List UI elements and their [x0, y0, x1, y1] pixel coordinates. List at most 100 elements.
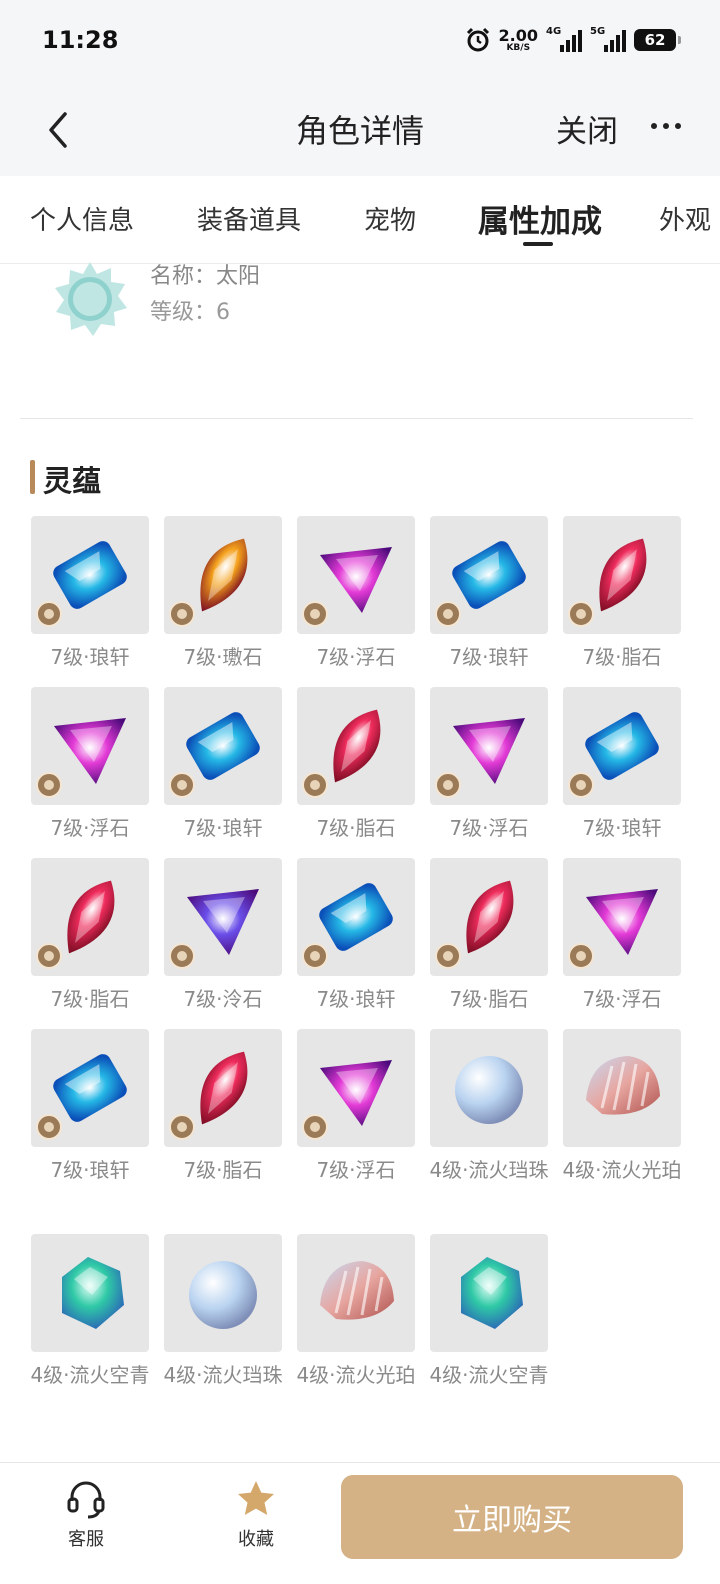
active-tab-indicator [523, 242, 553, 246]
tab-attribute-bonus[interactable]: 属性加成 [478, 196, 602, 241]
gem-label: 7级·脂石 [183, 1158, 263, 1182]
back-button[interactable] [30, 102, 86, 158]
gem-label: 7级·浮石 [449, 816, 529, 840]
customer-service-button[interactable]: 客服 [36, 1477, 136, 1551]
gem-tile[interactable] [563, 687, 681, 805]
gem-shell-icon [586, 1056, 660, 1115]
gem-label: 7级·泠石 [183, 987, 263, 1011]
gem-tile[interactable] [430, 1234, 548, 1352]
gem-tile[interactable] [31, 687, 149, 805]
gem-label: 7级·璷石 [183, 645, 263, 669]
gem-tile[interactable] [297, 1234, 415, 1352]
gem-badge-icon [568, 772, 594, 798]
gem-pearl-icon [189, 1261, 257, 1329]
gem-tile[interactable] [164, 1029, 282, 1147]
tab-personal-info[interactable]: 个人信息 [30, 200, 134, 237]
tab-equipment[interactable]: 装备道具 [197, 200, 301, 237]
headset-icon [67, 1481, 105, 1519]
item-card: 名称：太阳 等级：6 [40, 262, 680, 354]
gem-label: 4级·流火光珀 [296, 1363, 416, 1387]
gem-tile[interactable] [563, 858, 681, 976]
gem-pearl-icon [455, 1056, 523, 1124]
tab-pets[interactable]: 宠物 [364, 200, 416, 237]
gem-label: 4级·流火珰珠 [429, 1158, 549, 1182]
gem-tile[interactable] [164, 858, 282, 976]
more-dots-icon [651, 123, 657, 129]
close-button[interactable]: 关闭 [556, 106, 618, 151]
gem-tile[interactable] [31, 516, 149, 634]
customer-service-label: 客服 [68, 1529, 104, 1550]
gem-label: 7级·脂石 [582, 645, 662, 669]
gem-badge-icon [36, 772, 62, 798]
nav-bar: 角色详情 关闭 [0, 84, 720, 176]
gem-badge-icon [302, 943, 328, 969]
gem-tile[interactable] [430, 858, 548, 976]
gem-badge-icon [36, 1114, 62, 1140]
alarm-clock-icon [466, 27, 489, 52]
gem-badge-icon [36, 601, 62, 627]
gem-label: 4级·流火空青 [429, 1363, 549, 1387]
gem-badge-icon [169, 601, 195, 627]
sun-icon [55, 262, 127, 336]
gem-label: 7级·浮石 [50, 816, 130, 840]
gem-label: 7级·琅轩 [316, 987, 396, 1011]
gem-tile[interactable] [430, 687, 548, 805]
gem-label: 7级·琅轩 [183, 816, 263, 840]
gem-tile[interactable] [31, 1029, 149, 1147]
gem-badge-icon [568, 943, 594, 969]
gem-label: 7级·脂石 [50, 987, 130, 1011]
gem-badge-icon [302, 772, 328, 798]
tab-appearance[interactable]: 外观 [659, 200, 711, 237]
section-divider [20, 418, 693, 419]
gem-label: 7级·琅轩 [449, 645, 529, 669]
gem-crystal-icon [62, 1257, 124, 1329]
gem-badge-icon [568, 601, 594, 627]
gem-badge-icon [435, 601, 461, 627]
gem-badge-icon [435, 772, 461, 798]
gem-label: 7级·琅轩 [50, 1158, 130, 1182]
item-name: 名称：太阳 [150, 264, 261, 289]
gem-tile[interactable] [164, 687, 282, 805]
favorite-label: 收藏 [238, 1529, 274, 1550]
gem-tile[interactable] [430, 516, 548, 634]
status-bar: 11:28 2.00 KB/S 4G 5G 62 [0, 0, 720, 84]
gem-tile[interactable] [430, 1029, 548, 1147]
gem-tile[interactable] [31, 858, 149, 976]
gem-tile[interactable] [297, 687, 415, 805]
bottom-bar: 客服 收藏 立即购买 [0, 1462, 720, 1584]
gem-label: 7级·琅轩 [582, 816, 662, 840]
gem-badge-icon [36, 943, 62, 969]
chevron-left-icon [49, 112, 67, 148]
gem-shell-icon [320, 1261, 394, 1320]
gem-tile[interactable] [297, 858, 415, 976]
tab-bar: 个人信息 装备道具 宠物 属性加成 外观 [0, 176, 720, 264]
gem-label: 4级·流火光珀 [562, 1158, 682, 1182]
network-speed: 2.00 KB/S [498, 25, 538, 53]
buy-now-button[interactable]: 立即购买 [341, 1475, 683, 1559]
gem-crystal-icon [461, 1257, 523, 1329]
gem-badge-icon [169, 943, 195, 969]
gem-badge-icon [169, 1114, 195, 1140]
item-level: 等级：6 [150, 300, 230, 325]
gem-label: 7级·脂石 [449, 987, 529, 1011]
gem-label: 7级·浮石 [316, 1158, 396, 1182]
gem-badge-icon [435, 943, 461, 969]
gem-label: 4级·流火空青 [30, 1363, 150, 1387]
more-options-button[interactable] [640, 106, 692, 146]
gem-tile[interactable] [164, 516, 282, 634]
gem-tile[interactable] [297, 516, 415, 634]
gem-tile[interactable] [297, 1029, 415, 1147]
gem-label: 4级·流火珰珠 [163, 1363, 283, 1387]
gem-label: 7级·浮石 [316, 645, 396, 669]
gem-tile[interactable] [164, 1234, 282, 1352]
gem-label: 7级·浮石 [582, 987, 662, 1011]
favorite-button[interactable]: 收藏 [206, 1477, 306, 1551]
status-time: 11:28 [42, 26, 119, 54]
gem-label: 7级·琅轩 [50, 645, 130, 669]
gem-tile[interactable] [563, 1029, 681, 1147]
gem-tile[interactable] [563, 516, 681, 634]
section-title: 灵蕴 [43, 464, 102, 498]
gem-badge-icon [302, 1114, 328, 1140]
status-icons: 2.00 KB/S 4G 5G 62 [465, 25, 681, 54]
gem-tile[interactable] [31, 1234, 149, 1352]
